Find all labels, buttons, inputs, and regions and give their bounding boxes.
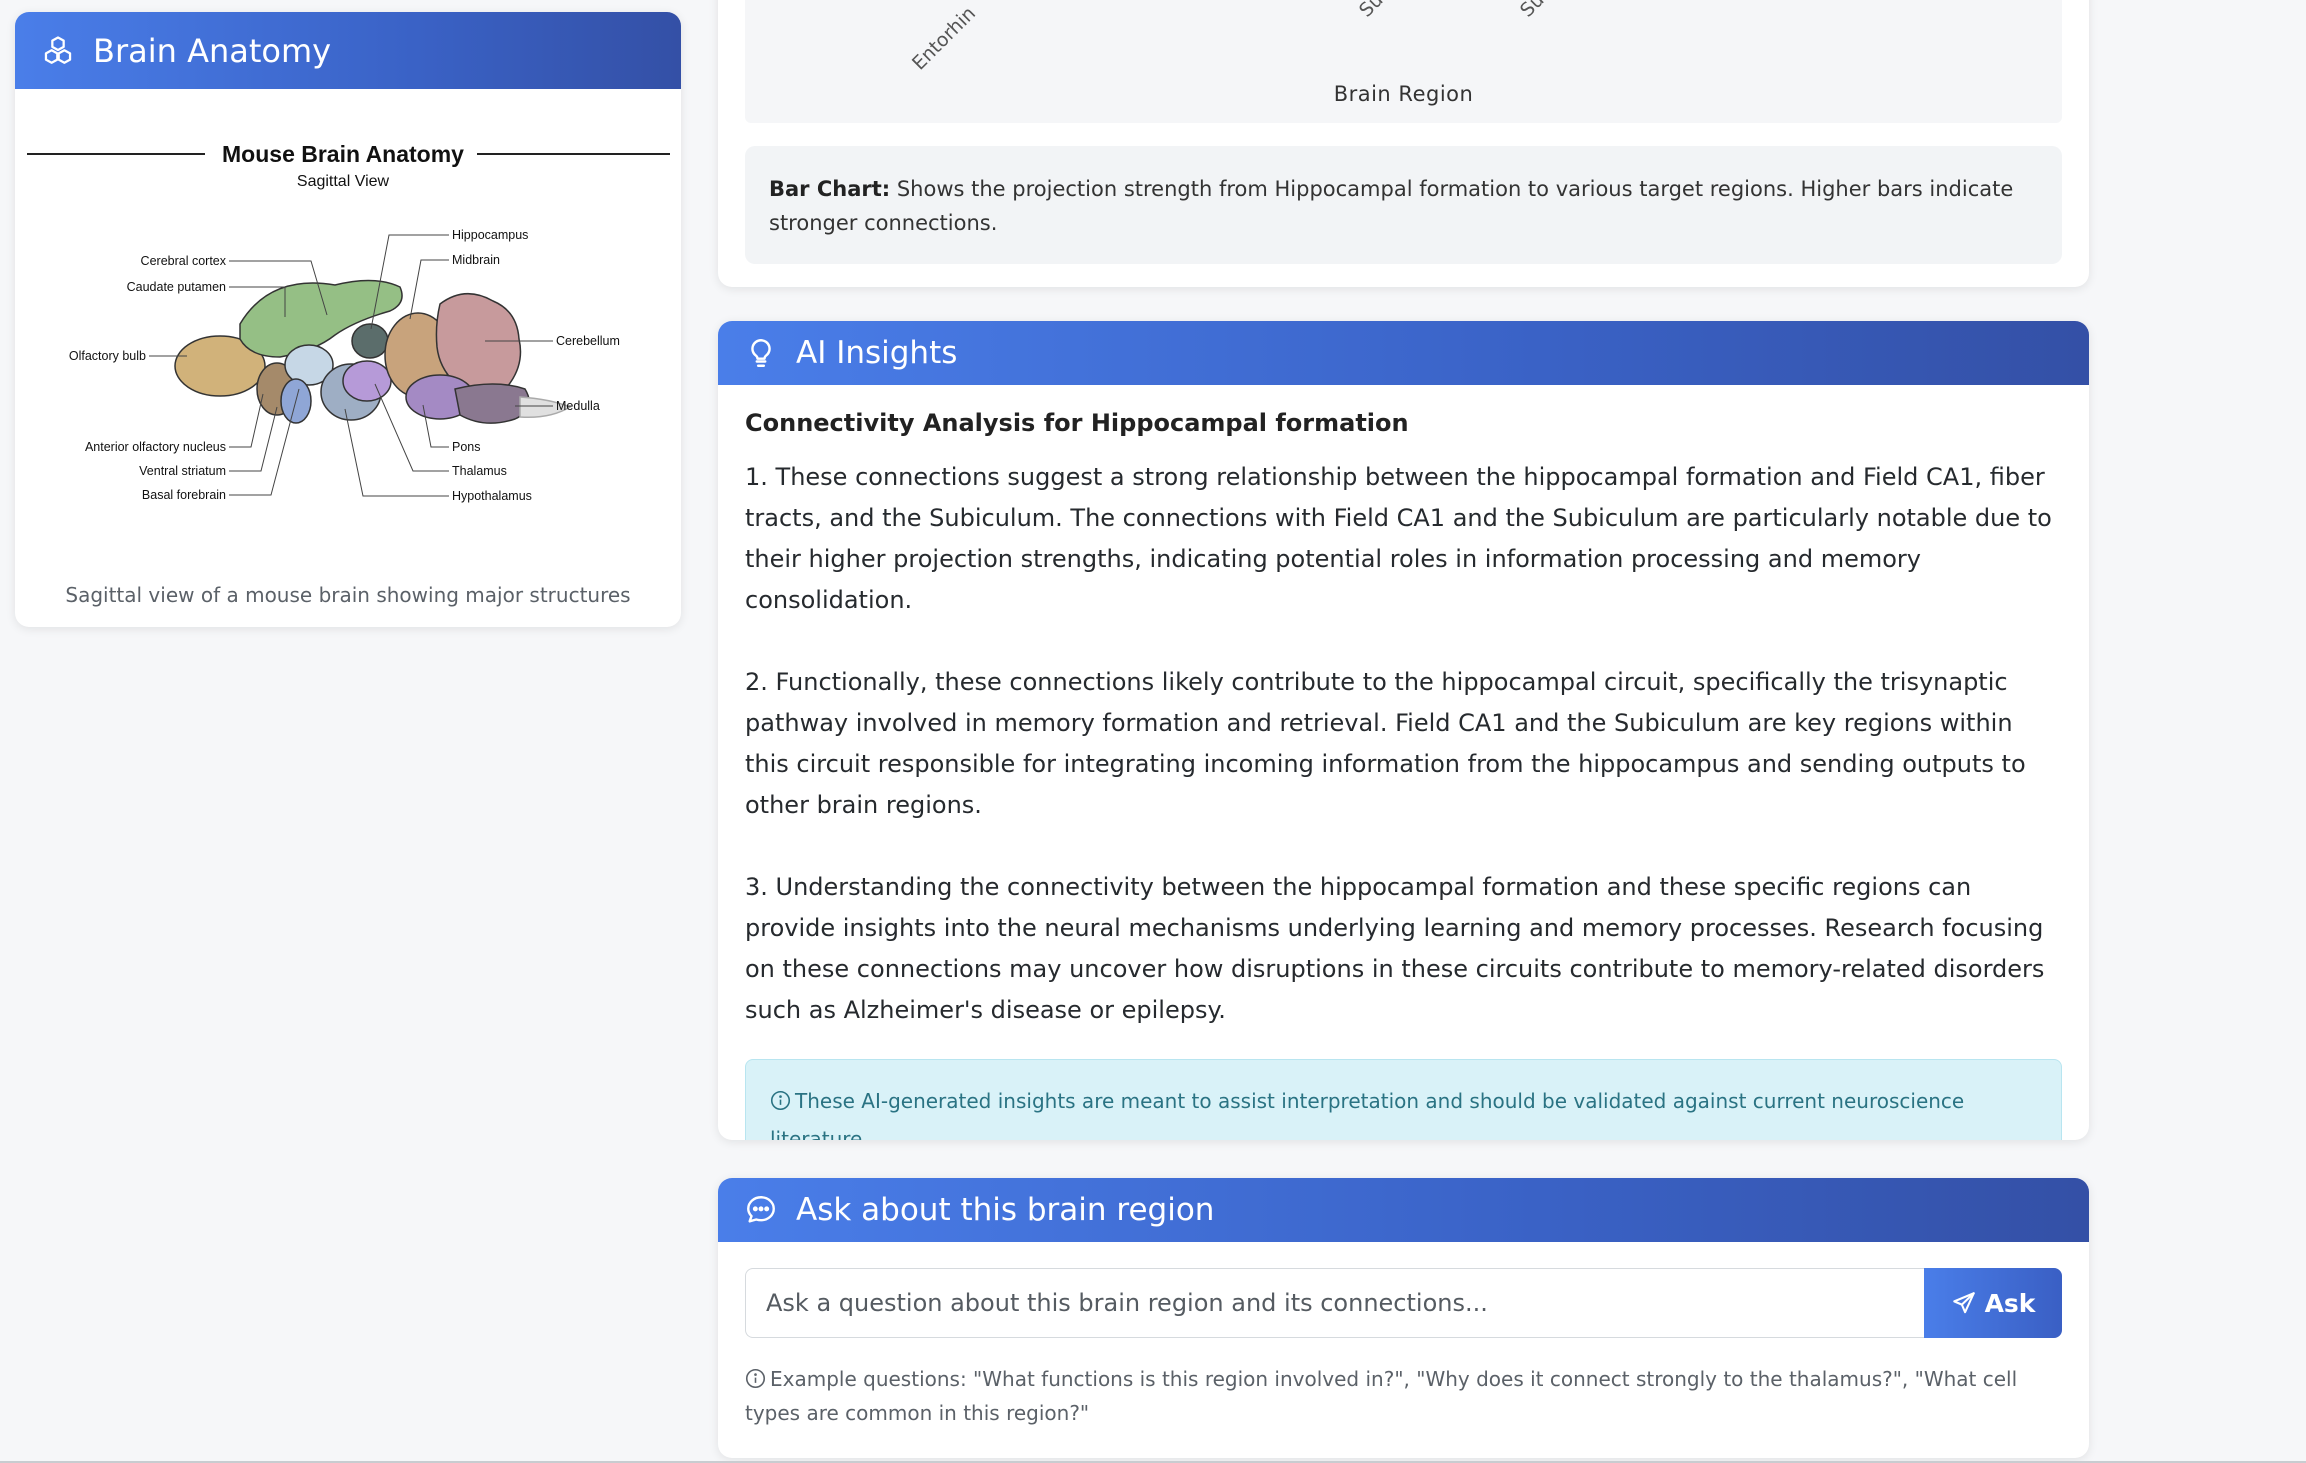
brain-illustration: [174, 279, 572, 424]
svg-text:Olfactory bulb: Olfactory bulb: [69, 349, 146, 363]
svg-text:Hypothalamus: Hypothalamus: [452, 489, 532, 503]
ai-disclaimer-alert: These AI-generated insights are meant to…: [745, 1059, 2062, 1140]
chart-tick-label: Entorhin: [908, 2, 981, 75]
svg-text:Caudate putamen: Caudate putamen: [127, 280, 226, 294]
svg-text:Basal forebrain: Basal forebrain: [142, 488, 226, 502]
svg-text:Pons: Pons: [452, 440, 481, 454]
info-icon: [745, 1368, 766, 1389]
send-icon: [1952, 1292, 1975, 1314]
chart-tick-label: Su: [1516, 0, 1549, 22]
ask-button-label: Ask: [1984, 1288, 2036, 1318]
ask-form: Ask: [745, 1268, 2062, 1338]
ai-insights-card: AI Insights Connectivity Analysis for Hi…: [718, 321, 2089, 1140]
svg-text:Cerebellum: Cerebellum: [556, 334, 620, 348]
svg-text:Hippocampus: Hippocampus: [452, 228, 528, 242]
mouse-brain-diagram: Mouse Brain Anatomy Sagittal View Cerebr…: [27, 141, 670, 503]
insight-paragraph: 1. These connections suggest a strong re…: [745, 463, 2052, 614]
brain-anatomy-header: Brain Anatomy: [15, 12, 681, 89]
ask-region-title: Ask about this brain region: [796, 1192, 1215, 1228]
ai-insights-title: AI Insights: [796, 335, 958, 371]
bar-chart-card: Entorhin Su Su Brain Region Bar Chart: S…: [718, 0, 2089, 287]
boxes-icon: [44, 35, 72, 64]
example-questions-text: Example questions: "What functions is th…: [745, 1367, 2018, 1425]
lightbulb-icon: [751, 339, 771, 367]
svg-text:Ventral striatum: Ventral striatum: [139, 464, 226, 478]
svg-text:Thalamus: Thalamus: [452, 464, 507, 478]
figure-subtitle: Sagittal View: [297, 173, 390, 190]
info-icon: [770, 1090, 791, 1111]
figure-title: Mouse Brain Anatomy: [222, 141, 464, 167]
svg-text:Midbrain: Midbrain: [452, 253, 500, 267]
disclaimer-text: These AI-generated insights are meant to…: [770, 1089, 1965, 1140]
brain-anatomy-title: Brain Anatomy: [93, 31, 332, 70]
chat-bubble-icon: [747, 1196, 775, 1223]
svg-text:Cerebral cortex: Cerebral cortex: [141, 254, 227, 268]
svg-text:Anterior olfactory nucleus: Anterior olfactory nucleus: [85, 440, 226, 454]
insight-paragraph: 3. Understanding the connectivity betwee…: [745, 873, 2045, 1024]
chart-x-axis-label: Brain Region: [1333, 82, 1474, 106]
chart-description-bold: Bar Chart:: [769, 177, 891, 201]
ask-button[interactable]: Ask: [1924, 1268, 2062, 1338]
ask-region-card: Ask about this brain region Ask Example …: [718, 1178, 2089, 1458]
chart-description-text: Shows the projection strength from Hippo…: [769, 177, 2014, 235]
svg-text:Medulla: Medulla: [556, 399, 600, 413]
chart-description: Bar Chart: Shows the projection strength…: [745, 146, 2062, 264]
ai-insights-header: AI Insights: [718, 321, 2089, 385]
insight-paragraph: 2. Functionally, these connections likel…: [745, 668, 2026, 819]
ask-region-header: Ask about this brain region: [718, 1178, 2089, 1242]
bar-chart-area: Entorhin Su Su Brain Region: [745, 0, 2062, 123]
question-input[interactable]: [745, 1268, 1924, 1338]
insights-heading: Connectivity Analysis for Hippocampal fo…: [745, 409, 1409, 437]
anatomy-caption: Sagittal view of a mouse brain showing m…: [65, 583, 631, 607]
example-questions-hint: Example questions: "What functions is th…: [745, 1362, 2065, 1430]
chart-tick-label: Su: [1355, 0, 1388, 22]
brain-anatomy-card: Brain Anatomy Mouse Brain Anatomy Sagitt…: [15, 12, 681, 627]
